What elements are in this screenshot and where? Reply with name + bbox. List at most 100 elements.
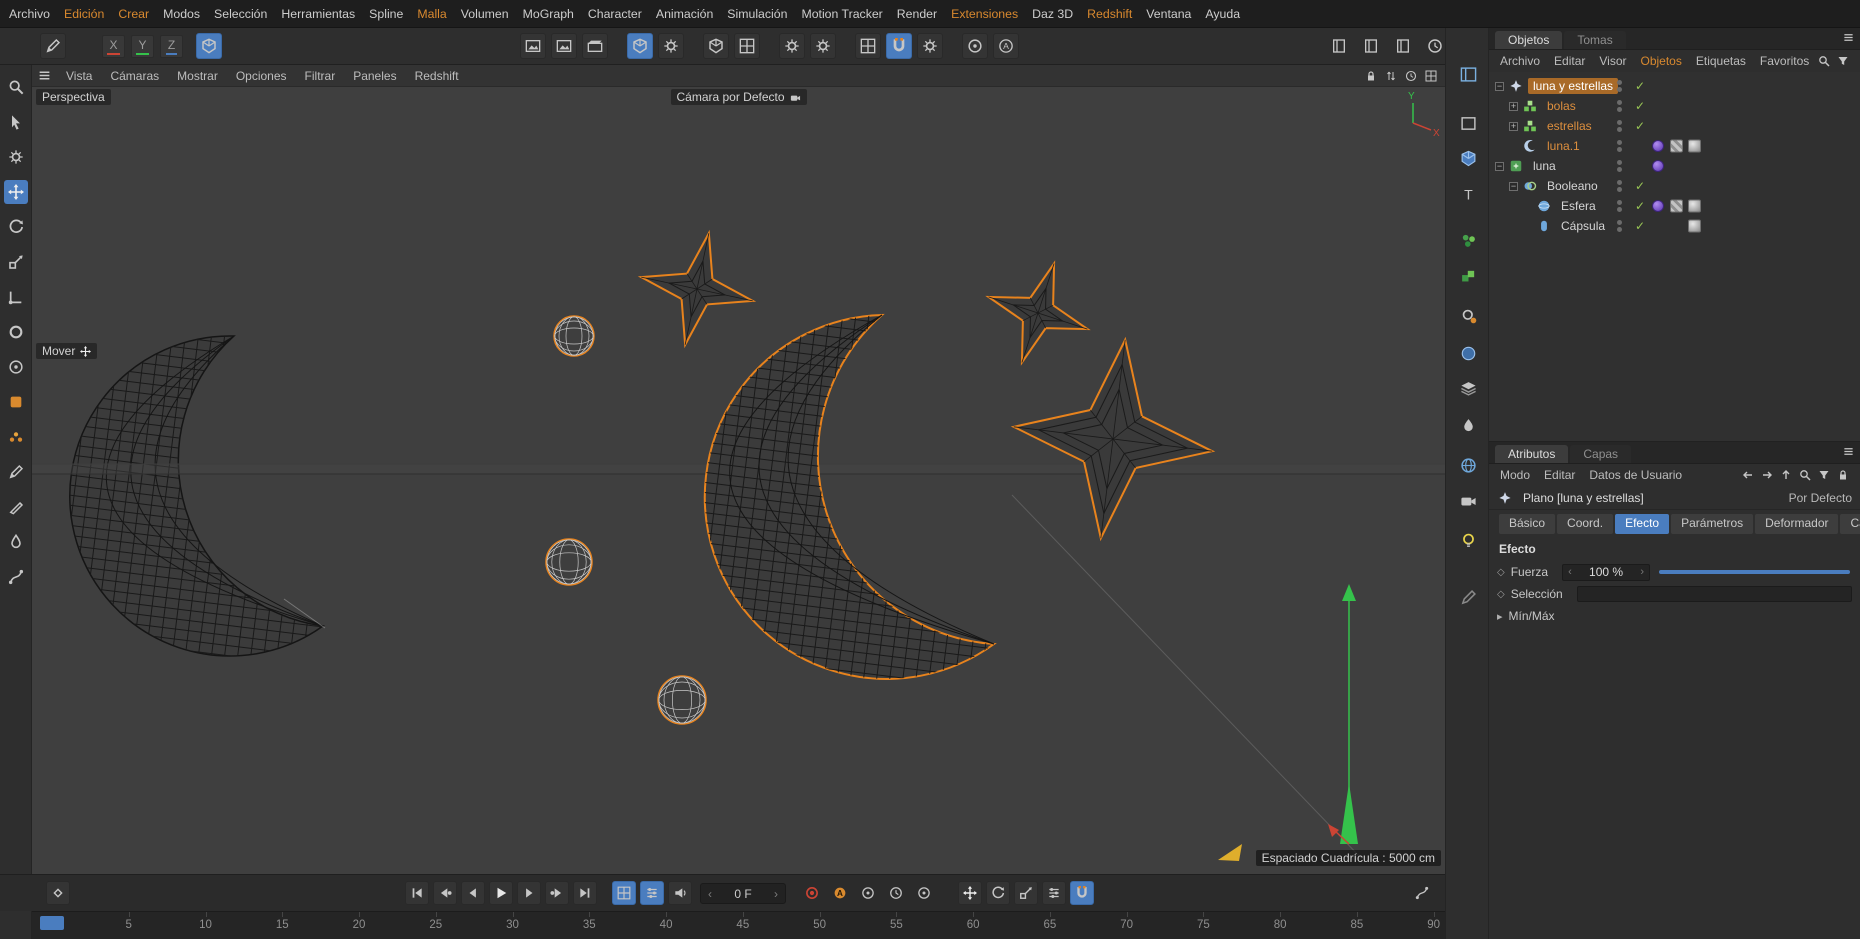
visibility-dots-icon[interactable] [1617,200,1622,212]
section-tab-cam[interactable]: Cam [1840,514,1860,534]
axis-lock-x-button[interactable]: X [102,35,125,58]
menubar-item-spline[interactable]: Spline [362,0,410,28]
om-search-icon[interactable] [1818,55,1830,67]
interactive-render-button[interactable] [627,33,653,59]
viewport-menu-mostrar[interactable]: Mostrar [168,69,227,83]
viewport-lock-icon[interactable] [1365,70,1377,82]
star-wireframe-1[interactable] [629,221,764,356]
render-region-button[interactable] [551,33,577,59]
record-rotation-toggle[interactable] [986,881,1010,905]
enabled-check-icon[interactable]: ✓ [1635,99,1645,113]
settings-panel-button[interactable] [1455,302,1481,328]
annotation-panel-button[interactable] [1455,584,1481,610]
expander-icon[interactable]: − [1495,81,1504,91]
visibility-dots-icon[interactable] [1617,140,1622,152]
spinner-down-icon[interactable]: ‹ [1568,566,1572,578]
sphere-wireframe-1[interactable] [553,315,595,357]
am-lock-icon[interactable] [1837,469,1849,481]
enable-snap-button[interactable] [886,33,912,59]
world-panel-button[interactable] [1455,452,1481,478]
frame-prev-icon[interactable]: ‹ [708,887,712,901]
am-tab-atributos[interactable]: Atributos [1495,445,1569,463]
layout-manager-button[interactable] [1455,61,1481,87]
menubar-item-mograph[interactable]: MoGraph [516,0,581,28]
axis-modify-button[interactable] [4,285,28,309]
camera-switch-icon[interactable] [790,92,801,103]
texture-tag-icon[interactable] [1670,139,1683,153]
menubar-item-herramientas[interactable]: Herramientas [274,0,362,28]
autokey-button[interactable]: A [828,881,852,905]
panel-menu-icon[interactable] [1843,446,1854,463]
selection-filter-button[interactable] [4,145,28,169]
spinner-up-icon[interactable]: › [1640,566,1644,578]
fcurve-button[interactable] [1410,881,1434,905]
light-panel-button[interactable] [1455,527,1481,553]
force-slider[interactable] [1659,570,1850,574]
tree-row-esfera[interactable]: −Esfera✓ [1489,196,1860,216]
record-position-toggle[interactable] [958,881,982,905]
om-tab-tomas[interactable]: Tomas [1564,31,1626,49]
phong-tag-icon[interactable] [1688,139,1701,153]
menubar-item-modos[interactable]: Modos [156,0,207,28]
om-tab-objetos[interactable]: Objetos [1495,31,1563,49]
section-tab-coord[interactable]: Coord. [1557,514,1614,534]
safe-frame-button[interactable] [962,33,988,59]
current-frame-field[interactable]: ‹ 0 F › [700,883,786,904]
viewport-menu-filtrar[interactable]: Filtrar [296,69,345,83]
expander-icon[interactable]: − [1509,181,1518,191]
viewport-layout-icon[interactable] [1425,70,1437,82]
sphere-wireframe-2[interactable] [545,538,593,586]
forward-arrow-icon[interactable] [1761,469,1773,481]
enabled-check-icon[interactable]: ✓ [1635,219,1645,233]
prev-frame-button[interactable] [461,881,485,905]
menubar-item-crear[interactable]: Crear [111,0,156,28]
enabled-check-icon[interactable]: ✓ [1635,119,1645,133]
plane-handle[interactable] [1218,844,1242,861]
am-tab-capas[interactable]: Capas [1570,445,1632,463]
menubar-item-redshift[interactable]: Redshift [1080,0,1139,28]
keyframe-diamond-icon[interactable]: ◇ [1497,589,1505,600]
enabled-check-icon[interactable]: ✓ [1635,199,1645,213]
viewport-menu-icon[interactable] [32,69,57,82]
enabled-check-icon[interactable]: ✓ [1635,79,1645,93]
am-menu-modo[interactable]: Modo [1493,468,1537,482]
star-wireframe-3[interactable] [1002,328,1225,551]
attribute-object-row[interactable]: Plano [luna y estrellas] Por Defecto [1489,486,1860,510]
next-frame-button[interactable] [517,881,541,905]
material-swatch[interactable] [1652,140,1664,152]
modeling-settings-button[interactable] [779,33,805,59]
knife-tool-button[interactable] [4,495,28,519]
visibility-dots-icon[interactable] [1617,80,1622,92]
viewport-sync-icon[interactable] [1385,70,1397,82]
rotate-tool-button[interactable] [4,215,28,239]
sphere-wireframe-3[interactable] [657,675,707,725]
om-filter-icon[interactable] [1837,55,1849,67]
paint-panel-button[interactable] [1455,412,1481,438]
viewport-menu-vista[interactable]: Vista [57,69,101,83]
simulation-settings-button[interactable] [810,33,836,59]
record-parameter-toggle[interactable] [1042,881,1066,905]
model-mode-button[interactable] [703,33,729,59]
force-spinner[interactable]: ‹ 100 % › [1562,563,1651,581]
viewport-menu-paneles[interactable]: Paneles [344,69,405,83]
colorize-tool-button[interactable] [4,390,28,414]
goto-start-button[interactable] [405,881,429,905]
scale-tool-button[interactable] [4,250,28,274]
om-menu-archivo[interactable]: Archivo [1493,54,1547,68]
workplane-mode-button[interactable] [196,33,222,59]
up-arrow-icon[interactable] [1780,469,1792,481]
pen-tool-button[interactable] [4,460,28,484]
keyframe-selection-button[interactable] [856,881,880,905]
enabled-check-icon[interactable]: ✓ [1635,179,1645,193]
menubar-item-archivo[interactable]: Archivo [2,0,57,28]
viewport-panel-button[interactable] [1455,110,1481,136]
render-view-button[interactable] [520,33,546,59]
tree-row-luna-y-estrellas[interactable]: − luna y estrellas ✓ [1489,76,1860,96]
camera-panel-button[interactable] [1455,487,1481,513]
annotation-button[interactable]: A [993,33,1019,59]
viewport-menu-camaras[interactable]: Cámaras [101,69,168,83]
viewport-canvas[interactable]: Y X [32,87,1445,874]
panel-menu-icon[interactable] [1843,32,1854,49]
viewport[interactable]: Y X Perspectiva Cámara por Defecto Mover… [32,87,1445,874]
tree-row-booleano[interactable]: − Booleano ✓ [1489,176,1860,196]
